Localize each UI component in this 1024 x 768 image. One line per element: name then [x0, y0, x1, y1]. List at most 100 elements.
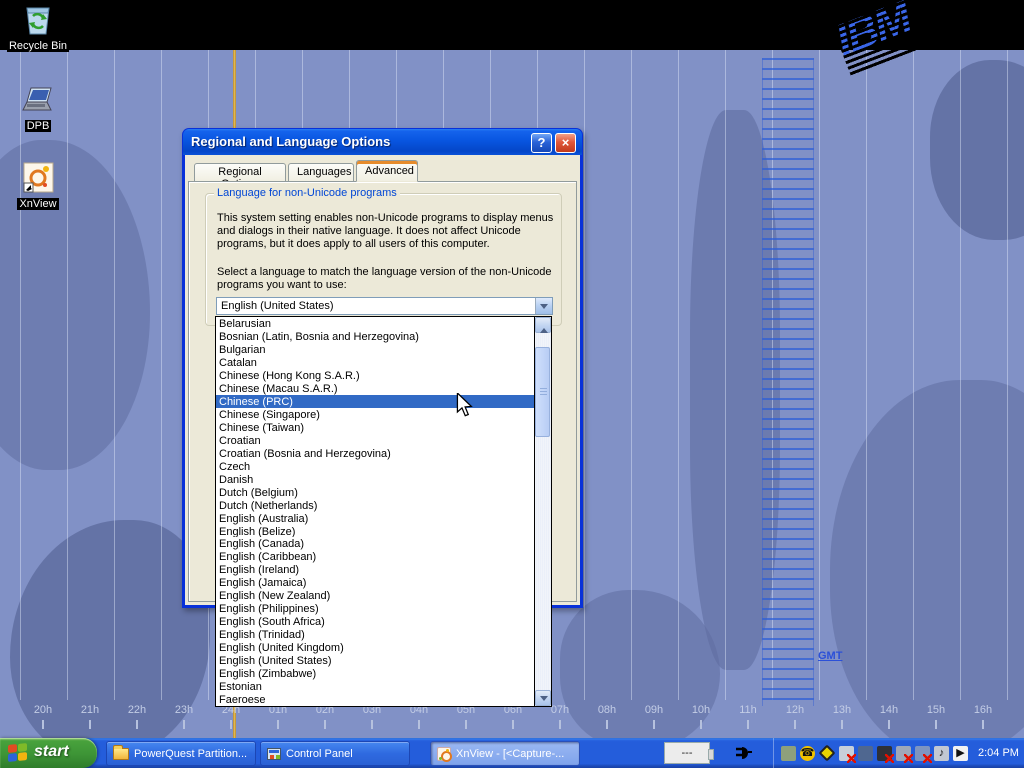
hour-label: 10h: [684, 704, 718, 716]
hour-label: 14h: [872, 704, 906, 716]
language-list-item[interactable]: Bulgarian: [216, 343, 534, 356]
language-list-item[interactable]: Chinese (Singapore): [216, 408, 534, 421]
scrollbar-track[interactable]: [535, 333, 551, 690]
taskbar-button-label: PowerQuest Partition...: [134, 748, 247, 760]
phone-tools-icon[interactable]: ☎: [800, 746, 815, 761]
battery-maximiser-icon[interactable]: [819, 745, 836, 762]
hour-tick: [324, 720, 326, 729]
language-list-item[interactable]: English (New Zealand): [216, 589, 534, 602]
language-list-item[interactable]: Czech: [216, 460, 534, 473]
language-list-item[interactable]: Estonian: [216, 680, 534, 693]
tray-program-icon[interactable]: ▶: [953, 746, 968, 761]
combobox-value: English (United States): [221, 300, 334, 312]
language-dropdown-list: BelarusianBosnian (Latin, Bosnia and Her…: [215, 316, 552, 707]
language-list-item[interactable]: English (Australia): [216, 512, 534, 525]
language-list-item[interactable]: Faeroese: [216, 693, 534, 706]
hour-label: 12h: [778, 704, 812, 716]
hour-tick: [935, 720, 937, 729]
desktop-icon-xnview[interactable]: XnView: [0, 162, 76, 212]
tab-languages[interactable]: Languages: [288, 163, 354, 182]
language-list-item[interactable]: English (Trinidad): [216, 628, 534, 641]
language-list-item[interactable]: Croatian (Bosnia and Herzegovina): [216, 447, 534, 460]
language-list-item[interactable]: English (United States): [216, 654, 534, 667]
language-list-item[interactable]: English (Caribbean): [216, 550, 534, 563]
groupbox-paragraph-1: This system setting enables non-Unicode …: [217, 212, 564, 251]
close-button[interactable]: ×: [555, 133, 576, 153]
language-list-item[interactable]: Chinese (Macau S.A.R.): [216, 382, 534, 395]
video-disabled-icon[interactable]: [877, 746, 892, 761]
language-list-item[interactable]: Croatian: [216, 434, 534, 447]
scrollbar[interactable]: [534, 317, 551, 706]
language-list-item[interactable]: English (Jamaica): [216, 576, 534, 589]
volume-icon[interactable]: ♪: [934, 746, 949, 761]
device-disabled-icon[interactable]: [896, 746, 911, 761]
taskbar-button-xnview[interactable]: XnView - [<Capture-...: [430, 741, 580, 766]
taskbar-button-label: Control Panel: [286, 748, 353, 760]
language-list-item[interactable]: Dutch (Netherlands): [216, 499, 534, 512]
scrollbar-thumb[interactable]: [535, 347, 550, 437]
combobox-dropdown-icon[interactable]: [535, 298, 552, 314]
language-list-item[interactable]: English (United Kingdom): [216, 641, 534, 654]
language-list-item[interactable]: English (Belize): [216, 525, 534, 538]
timezone-line: [20, 50, 21, 700]
timezone-line: [584, 50, 585, 700]
language-list-item[interactable]: English (Zimbabwe): [216, 667, 534, 680]
timezone-line: [114, 50, 115, 700]
timezone-line: [678, 50, 679, 700]
language-list-item[interactable]: Bosnian (Latin, Bosnia and Herzegovina): [216, 330, 534, 343]
desktop-icon-label: Recycle Bin: [7, 40, 69, 52]
taskbar-button-control-panel[interactable]: Control Panel: [260, 741, 410, 766]
scroll-down-icon[interactable]: [535, 690, 551, 706]
language-list-item[interactable]: Chinese (Taiwan): [216, 421, 534, 434]
start-button-label: start: [34, 743, 69, 761]
window-title: Regional and Language Options: [191, 134, 390, 149]
hour-label: 23h: [167, 704, 201, 716]
timezone-line: [631, 50, 632, 700]
map-landmass: [830, 380, 1024, 738]
hour-tick: [89, 720, 91, 729]
offline-users-icon[interactable]: [839, 746, 854, 761]
network-disconnected-icon[interactable]: [915, 746, 930, 761]
language-combobox[interactable]: English (United States): [216, 297, 553, 315]
removable-device-icon[interactable]: [781, 746, 796, 761]
network-places-icon[interactable]: [858, 746, 873, 761]
hour-tick: [371, 720, 373, 729]
language-list-item[interactable]: English (Canada): [216, 537, 534, 550]
hour-tick: [982, 720, 984, 729]
language-list-item[interactable]: Catalan: [216, 356, 534, 369]
xnview-icon: [21, 162, 55, 194]
control-panel-icon: [267, 748, 281, 760]
language-list-item[interactable]: English (Ireland): [216, 563, 534, 576]
language-list-item[interactable]: English (Philippines): [216, 602, 534, 615]
language-list-item[interactable]: Danish: [216, 473, 534, 486]
window-titlebar[interactable]: Regional and Language Options ? ×: [182, 128, 583, 155]
language-list-item[interactable]: Chinese (PRC): [216, 395, 534, 408]
tab-regional-options[interactable]: Regional Options: [194, 163, 286, 182]
hour-tick: [465, 720, 467, 729]
language-list-item[interactable]: Dutch (Belgium): [216, 486, 534, 499]
language-list-item[interactable]: Belarusian: [216, 317, 534, 330]
timezone-line: [1007, 50, 1008, 700]
hour-label: 11h: [731, 704, 765, 716]
map-landmass: [930, 60, 1024, 240]
tab-advanced[interactable]: Advanced: [356, 160, 418, 182]
hour-label: 16h: [966, 704, 1000, 716]
battery-meter[interactable]: ---: [664, 742, 710, 764]
help-button[interactable]: ?: [531, 133, 552, 153]
language-list-item[interactable]: Chinese (Hong Kong S.A.R.): [216, 369, 534, 382]
scroll-up-icon[interactable]: [535, 317, 551, 333]
desktop-icon-dpb[interactable]: DPB: [0, 84, 76, 134]
language-list-item[interactable]: English (South Africa): [216, 615, 534, 628]
timezone-line: [67, 50, 68, 700]
taskbar: start PowerQuest Partition... Control Pa…: [0, 738, 1024, 768]
timezone-line: [819, 50, 820, 700]
desktop-icon-label: DPB: [25, 120, 52, 132]
taskbar-clock[interactable]: 2:04 PM: [978, 747, 1019, 759]
hour-label: 13h: [825, 704, 859, 716]
taskbar-button-powerquest[interactable]: PowerQuest Partition...: [106, 741, 256, 766]
start-button[interactable]: start: [0, 738, 97, 768]
hour-tick: [653, 720, 655, 729]
desktop-icon-recycle-bin[interactable]: Recycle Bin: [0, 4, 76, 54]
taskbar-button-label: XnView - [<Capture-...: [456, 748, 564, 760]
hour-tick: [230, 720, 232, 729]
